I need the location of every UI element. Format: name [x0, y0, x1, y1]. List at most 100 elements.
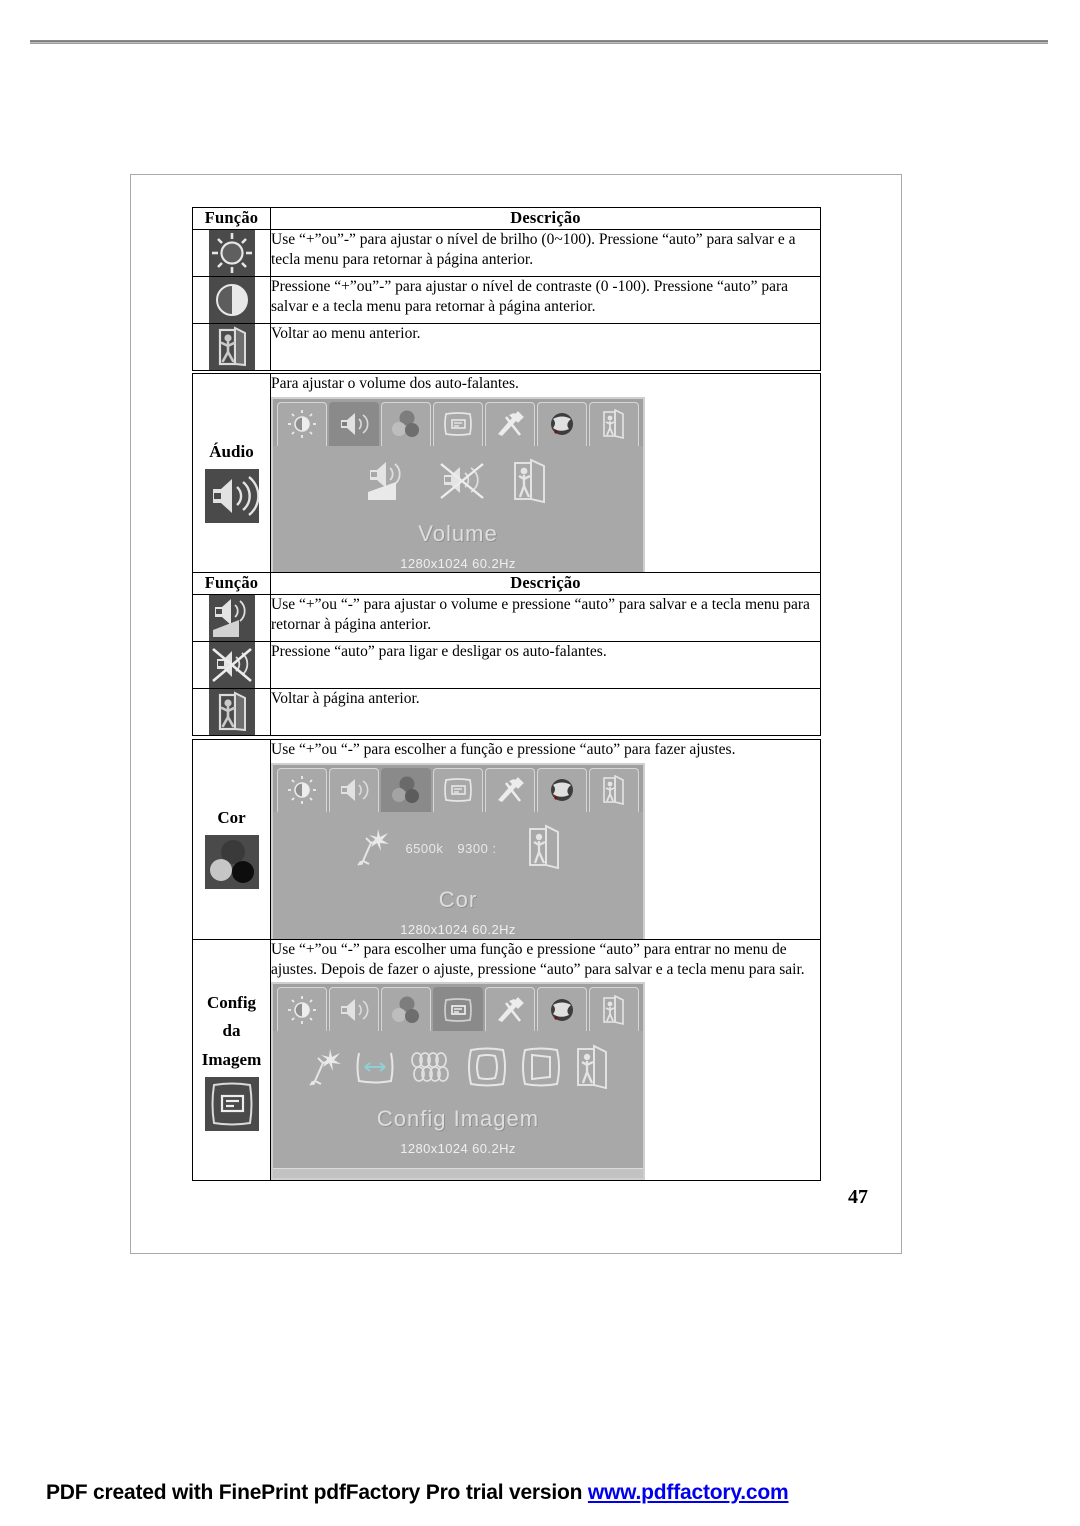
exit-tab-icon[interactable] — [589, 987, 639, 1032]
kelvin-9300-label[interactable]: 9300 : — [457, 841, 496, 858]
clock-phase-icon[interactable] — [407, 1046, 455, 1094]
audio-section-icon-wrap — [193, 469, 270, 529]
table-row: Use “+”ou”-” para ajustar o nível de bri… — [192, 228, 821, 277]
exit-icon — [208, 323, 255, 370]
image-config-osd-resolution: 1280x1024 60.2Hz — [400, 1141, 516, 1157]
exit-icon — [208, 688, 255, 735]
image-config-osd-window: Config Imagem 1280x1024 60.2Hz — [271, 982, 645, 1180]
image-config-section-content: Use “+”ou “-” para escolher uma função e… — [270, 939, 821, 1181]
pdf-footer-text: PDF created with FinePrint pdfFactory Pr… — [46, 1481, 588, 1504]
mute-description: Pressione “auto” para ligar e desligar o… — [270, 640, 821, 689]
kelvin-6500-label[interactable]: 6500k — [405, 841, 443, 858]
brightness-tab-icon[interactable] — [277, 401, 327, 446]
color-osd-title: Cor — [438, 886, 478, 912]
osd-tab-bar — [273, 984, 643, 1032]
image-config-tab-icon[interactable] — [433, 401, 483, 446]
audio-section-content: Para ajustar o volume dos auto-falantes. — [270, 372, 821, 596]
image-config-osd-body: Config Imagem 1280x1024 60.2Hz — [273, 1031, 643, 1168]
audio-section-table: Áudio Para ajustar o volume dos auto-fal… — [192, 372, 821, 596]
color-tab-icon[interactable] — [381, 987, 431, 1032]
pdf-footer: PDF created with FinePrint pdfFactory Pr… — [46, 1481, 789, 1505]
color-section-icon-wrap — [193, 835, 270, 895]
exit-tab-icon[interactable] — [589, 401, 639, 446]
color-tab-icon[interactable] — [381, 767, 431, 812]
exit-icon-cell — [192, 322, 271, 371]
volume-icon-cell — [192, 593, 271, 642]
mute-icon[interactable] — [438, 460, 488, 508]
table-row: Use “+”ou “-” para ajustar o volume e pr… — [192, 593, 821, 642]
image-config-label-line1: Config — [206, 992, 257, 1012]
image-config-section-table: Config da Imagem Use “+”ou “-” para esco… — [192, 939, 821, 1181]
color-osd-items: 6500k 9300 : — [273, 824, 643, 876]
audio-tab-icon[interactable] — [329, 401, 379, 446]
color-section-label: Cor — [217, 808, 246, 828]
exit-icon-cell — [192, 687, 271, 736]
brightness-description: Use “+”ou”-” para ajustar o nível de bri… — [270, 228, 821, 277]
tools-tab-icon[interactable] — [485, 767, 535, 812]
brightness-icon-cell — [192, 228, 271, 277]
color-section-description: Use “+”ou “-” para escolher a função e p… — [271, 741, 736, 758]
header-funcao: Função — [192, 207, 271, 230]
audio-section-label: Áudio — [209, 442, 254, 462]
language-tab-icon[interactable] — [537, 767, 587, 812]
image-config-tab-icon[interactable] — [433, 767, 483, 812]
volume-description: Use “+”ou “-” para ajustar o volume e pr… — [270, 593, 821, 642]
header-descricao: Descrição — [270, 572, 821, 595]
contrast-description: Pressione “+”ou”-” para ajustar o nível … — [270, 275, 821, 324]
contrast-icon-cell — [192, 275, 271, 324]
volume-icon — [208, 594, 255, 641]
header-funcao: Função — [192, 572, 271, 595]
audio-tab-icon[interactable] — [329, 987, 379, 1032]
exit-icon[interactable] — [510, 458, 552, 510]
image-config-label-cell: Config da Imagem — [192, 939, 271, 1181]
mute-icon-cell — [192, 640, 271, 689]
table-header-row: Função Descrição — [192, 207, 821, 230]
brightness-tab-icon[interactable] — [277, 767, 327, 812]
tools-tab-icon[interactable] — [485, 987, 535, 1032]
image-config-osd-items — [273, 1043, 643, 1095]
audio-osd-title: Volume — [418, 520, 498, 546]
table-row: Voltar ao menu anterior. — [192, 322, 821, 371]
exit-icon[interactable] — [573, 1043, 613, 1096]
header-descricao: Descrição — [270, 207, 821, 230]
audio-osd-resolution: 1280x1024 60.2Hz — [400, 555, 516, 571]
exit-tab-icon[interactable] — [589, 767, 639, 812]
tools-tab-icon[interactable] — [485, 401, 535, 446]
audio-osd-items — [273, 458, 643, 510]
audio-osd-body: Volume 1280x1024 60.2Hz — [273, 445, 643, 583]
contrast-icon — [208, 276, 255, 323]
audio-tab-icon[interactable] — [329, 767, 379, 812]
image-config-section-description: Use “+”ou “-” para escolher uma função e… — [271, 941, 805, 978]
trapezoid-icon[interactable] — [519, 1046, 563, 1094]
table-row: Pressione “+”ou”-” para ajustar o nível … — [192, 275, 821, 324]
pincushion-icon[interactable] — [465, 1046, 509, 1094]
header-rule — [30, 40, 1048, 44]
page-number: 47 — [848, 1186, 868, 1208]
h-position-icon[interactable] — [353, 1047, 397, 1093]
color-osd-window: 6500k 9300 : Cor 1280x1024 60.2Hz — [271, 762, 645, 961]
brightness-tab-icon[interactable] — [277, 987, 327, 1032]
image-config-icon — [204, 1077, 259, 1132]
image-config-osd-title: Config Imagem — [376, 1106, 540, 1132]
color-tab-icon[interactable] — [381, 401, 431, 446]
auto-color-icon[interactable] — [351, 825, 391, 875]
audio-osd-window: Volume 1280x1024 60.2Hz — [271, 396, 645, 595]
pdffactory-link[interactable]: www.pdffactory.com — [588, 1481, 789, 1504]
image-config-label-line3: Imagem — [201, 1049, 262, 1069]
image-config-tab-icon[interactable] — [433, 987, 483, 1032]
color-osd-body: 6500k 9300 : Cor 1280x1024 60.2Hz — [273, 811, 643, 949]
brightness-icon — [208, 229, 255, 276]
auto-adjust-icon[interactable] — [303, 1045, 343, 1095]
exit-icon[interactable] — [525, 824, 565, 876]
color-label-cell: Cor — [192, 738, 271, 962]
volume-icon[interactable] — [364, 458, 416, 510]
image-config-label-line2: da — [222, 1021, 241, 1041]
color-osd-resolution: 1280x1024 60.2Hz — [400, 921, 516, 937]
osd-tab-bar — [273, 398, 643, 446]
language-tab-icon[interactable] — [537, 401, 587, 446]
color-section-row: Cor Use “+”ou “-” para escolher a função — [192, 738, 821, 962]
exit-description: Voltar à página anterior. — [270, 687, 821, 736]
language-tab-icon[interactable] — [537, 987, 587, 1032]
table-row: Voltar à página anterior. — [192, 687, 821, 736]
color-section-table: Cor Use “+”ou “-” para escolher a função — [192, 738, 821, 962]
